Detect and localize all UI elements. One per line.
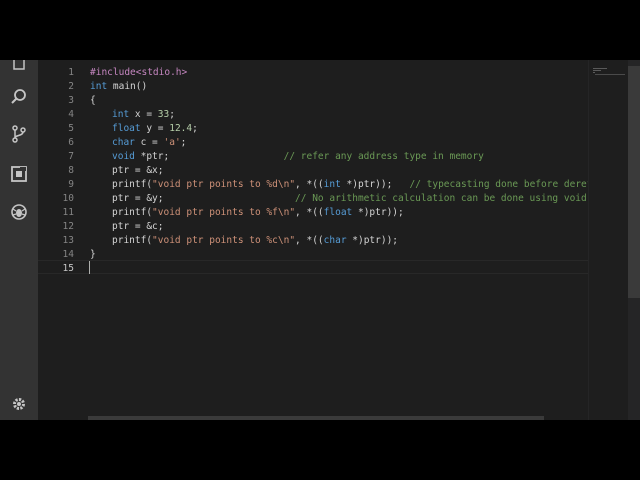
line-number: 2 xyxy=(68,81,74,92)
vscode-window: 1 2 3 4 5 6 7 8 9 10 11 12 13 14 15 #inc… xyxy=(0,60,640,420)
code-editor[interactable]: 1 2 3 4 5 6 7 8 9 10 11 12 13 14 15 #inc… xyxy=(38,60,604,420)
source-control-icon[interactable] xyxy=(9,124,29,144)
code-line: int x = 33; xyxy=(112,109,175,120)
code-line: ptr = &y; // No arithmetic calculation c… xyxy=(112,193,604,204)
line-number: 6 xyxy=(68,137,74,148)
line-number-gutter: 1 2 3 4 5 6 7 8 9 10 11 12 13 14 15 xyxy=(38,60,74,420)
code-line: char c = 'a'; xyxy=(112,137,187,148)
line-number: 4 xyxy=(68,109,74,120)
code-line: } xyxy=(90,249,96,260)
settings-gear-icon[interactable] xyxy=(9,394,29,414)
code-line: float y = 12.4; xyxy=(112,123,198,134)
horizontal-scrollbar-thumb[interactable] xyxy=(88,416,544,420)
code-line: printf("void ptr points to %c\n", *((cha… xyxy=(112,235,399,246)
explorer-icon[interactable] xyxy=(9,60,29,72)
line-number: 13 xyxy=(62,235,74,246)
line-number: 3 xyxy=(68,95,74,106)
line-number: 5 xyxy=(68,123,74,134)
line-number: 8 xyxy=(68,165,74,176)
search-icon[interactable] xyxy=(9,87,29,107)
extensions-icon[interactable] xyxy=(9,164,29,184)
line-number: 10 xyxy=(62,193,74,204)
code-line: int main() xyxy=(90,81,148,92)
debug-icon[interactable] xyxy=(9,202,29,222)
line-number: 15 xyxy=(62,263,74,274)
text-cursor xyxy=(89,261,90,274)
line-number: 11 xyxy=(62,207,74,218)
line-number: 1 xyxy=(68,67,74,78)
minimap[interactable] xyxy=(588,60,629,420)
vertical-scrollbar-thumb[interactable] xyxy=(628,66,640,298)
code-line: ptr = &x; xyxy=(112,165,164,176)
code-line: #include<stdio.h> xyxy=(90,67,188,78)
code-line: ptr = &c; xyxy=(112,221,164,232)
line-number: 14 xyxy=(62,249,74,260)
line-number: 12 xyxy=(62,221,74,232)
code-area[interactable]: #include<stdio.h> int main() { int x = 3… xyxy=(90,60,604,420)
line-number: 7 xyxy=(68,151,74,162)
line-number: 9 xyxy=(68,179,74,190)
code-line: printf("void ptr points to %f\n", *((flo… xyxy=(112,207,404,218)
code-line: void *ptr; // refer any address type in … xyxy=(112,151,484,162)
code-line: printf("void ptr points to %d\n", *((int… xyxy=(112,179,604,190)
activity-bar xyxy=(0,60,38,420)
code-line: { xyxy=(90,95,96,106)
